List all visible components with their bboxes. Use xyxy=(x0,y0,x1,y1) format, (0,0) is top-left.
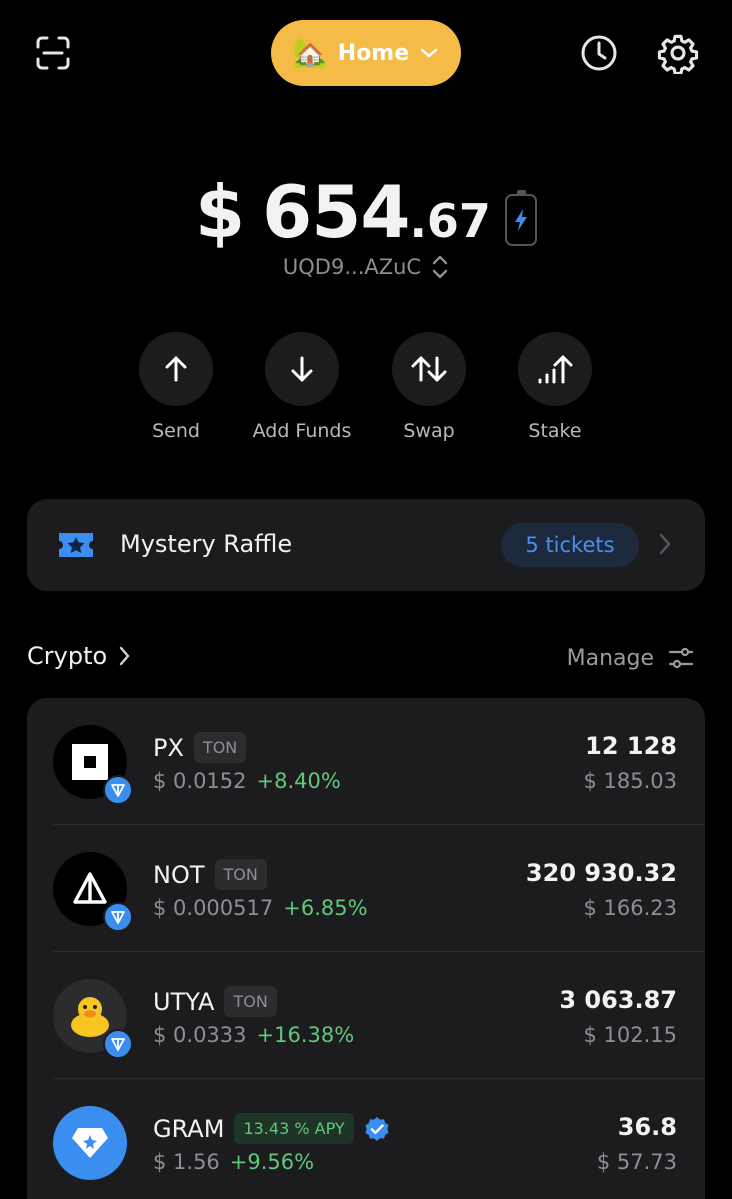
tickets-badge: 5 tickets xyxy=(501,523,639,567)
scan-icon xyxy=(36,36,70,70)
apy-badge: 13.43 % APY xyxy=(234,1113,354,1144)
token-name: NOT xyxy=(153,860,205,889)
battery-icon[interactable] xyxy=(504,190,537,246)
token-price-row: $ 0.000517 +6.85% xyxy=(153,896,368,920)
swap-circle xyxy=(392,332,466,406)
token-change: +6.85% xyxy=(283,896,368,920)
balance-cents: .67 xyxy=(409,194,491,248)
token-price: $ 1.56 xyxy=(153,1150,220,1174)
swap-icon xyxy=(411,356,447,382)
total-balance: $ 654 .67 xyxy=(0,158,732,248)
settings-button[interactable] xyxy=(656,31,700,75)
asset-row-not[interactable]: NOT TON $ 0.000517 +6.85% 320 930.32 $ 16… xyxy=(27,825,705,952)
token-name-row: GRAM 13.43 % APY xyxy=(153,1113,390,1144)
token-name: UTYA xyxy=(153,987,215,1016)
chevron-right-icon xyxy=(659,533,671,559)
mystery-raffle-card[interactable]: Mystery Raffle 5 tickets xyxy=(27,499,705,591)
clock-icon xyxy=(581,35,617,71)
token-price: $ 0.0152 xyxy=(153,769,247,793)
token-change: +8.40% xyxy=(256,769,341,793)
asset-row-utya[interactable]: UTYA TON $ 0.0333 +16.38% 3 063.87 $ 102.… xyxy=(27,952,705,1079)
network-tag: TON xyxy=(224,986,277,1017)
swap-button[interactable]: Swap xyxy=(366,332,492,442)
token-price-row: $ 0.0333 +16.38% xyxy=(153,1023,354,1047)
balance-currency: $ xyxy=(195,170,245,254)
gear-icon xyxy=(657,34,699,74)
network-tag: TON xyxy=(214,859,267,890)
add-funds-circle xyxy=(265,332,339,406)
token-price-row: $ 0.0152 +8.40% xyxy=(153,769,341,793)
chevron-down-icon xyxy=(420,48,438,58)
token-name: GRAM xyxy=(153,1114,225,1143)
token-change: +9.56% xyxy=(229,1150,315,1174)
stake-circle xyxy=(518,332,592,406)
gram-diamond-icon xyxy=(53,1106,127,1180)
stake-label: Stake xyxy=(528,420,582,442)
lightning-icon xyxy=(514,209,527,231)
send-circle xyxy=(139,332,213,406)
asset-row-gram[interactable]: GRAM 13.43 % APY $ 1.56 +9.56% 36.8 $ 57.… xyxy=(27,1079,705,1199)
send-label: Send xyxy=(152,420,200,442)
token-price: $ 0.0333 xyxy=(153,1023,247,1047)
ton-badge-icon xyxy=(103,1029,133,1059)
sliders-icon xyxy=(668,647,694,669)
top-bar: 🏡 Home xyxy=(0,0,732,110)
asset-row-px[interactable]: PX TON $ 0.0152 +8.40% 12 128 $ 185.03 xyxy=(27,698,705,825)
ticket-icon xyxy=(57,529,95,565)
wallet-address[interactable]: UQD9...AZuC xyxy=(0,254,732,280)
token-price: $ 0.000517 xyxy=(153,896,274,920)
swap-label: Swap xyxy=(403,420,455,442)
crypto-title: Crypto xyxy=(27,642,108,670)
token-value: $ 185.03 xyxy=(583,769,677,793)
network-tag: TON xyxy=(193,732,247,763)
balance-main: 654 xyxy=(262,170,410,254)
token-name-row: NOT TON xyxy=(153,859,267,890)
stake-button[interactable]: Stake xyxy=(492,332,618,442)
house-icon: 🏡 xyxy=(292,36,328,69)
manage-label: Manage xyxy=(566,645,654,671)
token-amount: 3 063.87 xyxy=(559,986,677,1014)
token-amount: 320 930.32 xyxy=(525,859,677,887)
token-name-row: UTYA TON xyxy=(153,986,277,1017)
manage-button[interactable]: Manage xyxy=(567,645,694,671)
token-name-row: PX TON xyxy=(153,732,247,763)
wallet-selector[interactable]: 🏡 Home xyxy=(271,20,461,86)
raffle-title: Mystery Raffle xyxy=(120,530,293,558)
token-value: $ 166.23 xyxy=(583,896,677,920)
stake-icon xyxy=(538,355,573,384)
crypto-section-header[interactable]: Crypto xyxy=(27,642,131,670)
action-buttons: Send Add Funds Swap Stake xyxy=(120,332,620,452)
history-button[interactable] xyxy=(577,31,621,75)
verified-check-icon xyxy=(365,1116,389,1141)
token-value: $ 102.15 xyxy=(583,1023,677,1047)
token-value: $ 57.73 xyxy=(596,1150,677,1174)
token-price-row: $ 1.56 +9.56% xyxy=(153,1150,314,1174)
token-amount: 36.8 xyxy=(617,1113,677,1141)
token-change: +16.38% xyxy=(256,1023,355,1047)
send-button[interactable]: Send xyxy=(113,332,239,442)
token-name: PX xyxy=(153,733,184,762)
arrow-down-icon xyxy=(291,356,313,382)
ton-badge-icon xyxy=(103,775,133,805)
wallet-name: Home xyxy=(337,40,410,66)
token-amount: 12 128 xyxy=(585,732,677,760)
add-funds-label: Add Funds xyxy=(252,420,352,442)
scan-button[interactable] xyxy=(30,30,76,76)
add-funds-button[interactable]: Add Funds xyxy=(239,332,365,442)
chevron-right-icon xyxy=(119,646,130,666)
ton-badge-icon xyxy=(103,902,133,932)
asset-list: PX TON $ 0.0152 +8.40% 12 128 $ 185.03 NO… xyxy=(27,698,705,1199)
address-text: UQD9...AZuC xyxy=(282,255,422,279)
expand-collapse-icon xyxy=(432,255,448,279)
arrow-up-icon xyxy=(165,356,187,382)
